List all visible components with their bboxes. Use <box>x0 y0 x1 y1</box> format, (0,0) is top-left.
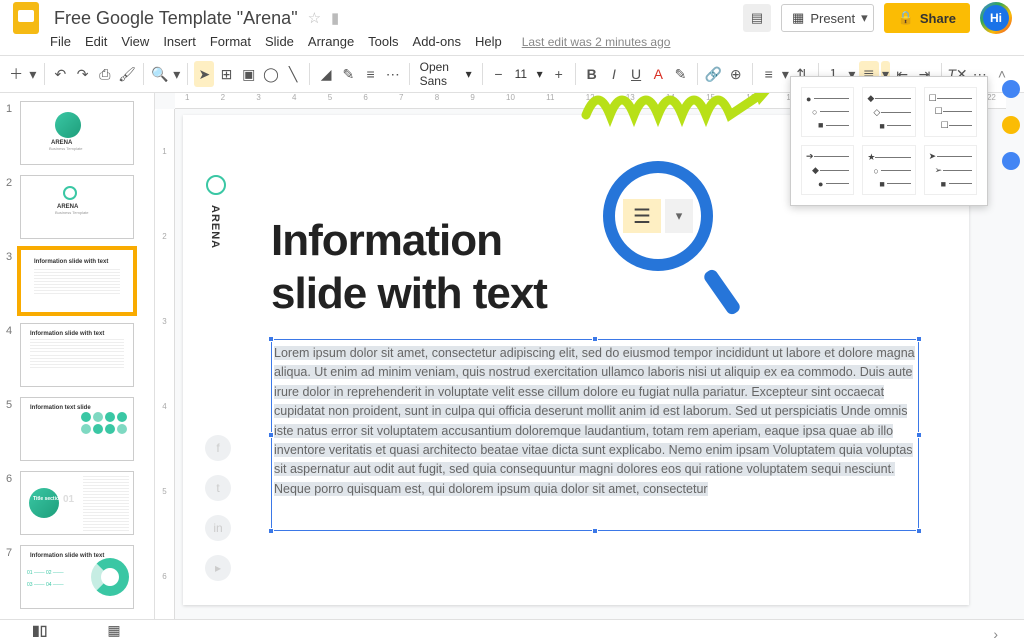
body-text[interactable]: Lorem ipsum dolor sit amet, consectetur … <box>272 340 918 503</box>
present-dropdown[interactable]: ▾ <box>856 4 874 32</box>
scroll-right-icon[interactable]: › <box>993 626 998 642</box>
folder-icon[interactable]: ▮ <box>331 9 339 27</box>
slide-number: 6 <box>6 471 20 485</box>
image-tool[interactable]: ▣ <box>239 61 259 87</box>
slide-title[interactable]: Information slide with text <box>271 215 547 321</box>
slide-thumb-2[interactable]: ARENA Business Template <box>20 175 134 239</box>
side-panel <box>998 76 1024 170</box>
new-slide-dropdown[interactable]: ▾ <box>28 61 37 87</box>
tasks-addon-icon[interactable] <box>1002 152 1020 170</box>
magnified-dropdown-icon: ▾ <box>665 199 693 233</box>
select-tool[interactable]: ➤ <box>194 61 214 87</box>
font-size-decrease[interactable]: − <box>488 61 508 87</box>
line-tool[interactable]: ╲ <box>283 61 303 87</box>
slide-number: 2 <box>6 175 20 189</box>
menu-arrange[interactable]: Arrange <box>308 34 354 49</box>
account-avatar[interactable]: Hi <box>980 2 1012 34</box>
menu-tools[interactable]: Tools <box>368 34 398 49</box>
highlight-button[interactable]: ✎ <box>670 61 690 87</box>
slide-thumb-1[interactable]: ARENA Business Template <box>20 101 134 165</box>
bullet-option-2[interactable]: ◆ ◇ ■ <box>862 87 915 137</box>
twitter-icon: t <box>205 475 231 501</box>
filmstrip-view-icon[interactable]: ▮▯ <box>32 622 47 639</box>
menu-help[interactable]: Help <box>475 34 502 49</box>
linkedin-icon: in <box>205 515 231 541</box>
slides-app-icon[interactable] <box>8 0 44 36</box>
bold-button[interactable]: B <box>582 61 602 87</box>
border-color-button[interactable]: ✎ <box>338 61 358 87</box>
bullet-option-1[interactable]: ● ○ ■ <box>801 87 854 137</box>
text-color-button[interactable]: A <box>648 61 668 87</box>
comment-insert-button[interactable]: ⊕ <box>726 61 746 87</box>
menu-format[interactable]: Format <box>210 34 251 49</box>
present-button[interactable]: ▦ Present <box>781 4 866 32</box>
link-button[interactable]: 🔗 <box>703 61 723 87</box>
slide-number: 1 <box>6 101 20 115</box>
zoom-dropdown[interactable]: ▾ <box>172 61 181 87</box>
magnified-bullet-list-icon: ☰ <box>623 199 661 233</box>
star-icon[interactable]: ☆ <box>308 9 321 27</box>
slide-thumb-6[interactable]: Title section slide 01 <box>20 471 134 535</box>
undo-button[interactable]: ↶ <box>50 61 70 87</box>
keep-addon-icon[interactable] <box>1002 116 1020 134</box>
menu-edit[interactable]: Edit <box>85 34 107 49</box>
redo-button[interactable]: ↷ <box>73 61 93 87</box>
new-slide-button[interactable]: ＋ <box>6 61 26 87</box>
font-select[interactable]: Open Sans▾ <box>416 62 476 86</box>
slide-thumb-4[interactable]: Information slide with text <box>20 323 134 387</box>
comments-button[interactable]: ▤ <box>743 4 771 32</box>
paint-format-button[interactable]: 🖌 <box>117 61 137 87</box>
slide-number: 4 <box>6 323 20 337</box>
zoom-button[interactable]: 🔍 <box>150 61 170 87</box>
menu-file[interactable]: File <box>50 34 71 49</box>
bullet-option-5[interactable]: ★ ○ ■ <box>862 145 915 195</box>
shape-tool[interactable]: ◯ <box>261 61 281 87</box>
bullet-option-6[interactable]: ➤ ➢ ■ <box>924 145 977 195</box>
slide-number: 3 <box>6 249 20 263</box>
textbox-tool[interactable]: ⊞ <box>216 61 236 87</box>
doc-title[interactable]: Free Google Template "Arena" <box>50 8 298 29</box>
border-weight-button[interactable]: ≡ <box>360 61 380 87</box>
slide-number: 5 <box>6 397 20 411</box>
align-button[interactable]: ≡ <box>759 61 779 87</box>
menu-addons[interactable]: Add-ons <box>413 34 461 49</box>
slide-thumb-7[interactable]: Information slide with text 01 ─── 02 ──… <box>20 545 134 609</box>
brand-text: ARENA <box>209 205 221 249</box>
social-icons: f t in ▸ <box>205 435 231 581</box>
print-button[interactable]: ⎙ <box>95 61 115 87</box>
filmstrip: 1 ARENA Business Template 2 ARENA Busine… <box>0 93 155 619</box>
facebook-icon: f <box>205 435 231 461</box>
share-button[interactable]: 🔒 Share <box>884 3 970 33</box>
share-label: Share <box>920 11 956 26</box>
present-label: Present <box>810 11 855 26</box>
annotation-magnifier: ☰ ▾ <box>603 161 733 291</box>
bullet-option-4[interactable]: ➔ ◆ ● <box>801 145 854 195</box>
body-text-box[interactable]: Lorem ipsum dolor sit amet, consectetur … <box>271 339 919 531</box>
brand-icon <box>206 175 226 195</box>
font-size-select[interactable]: 11▾ <box>511 62 547 86</box>
menu-view[interactable]: View <box>121 34 149 49</box>
fill-color-button[interactable]: ◢ <box>316 61 336 87</box>
slide-thumb-3[interactable]: Information slide with text <box>20 249 134 313</box>
grid-view-icon[interactable]: ▦ <box>107 622 120 639</box>
align-dropdown[interactable]: ▾ <box>781 61 790 87</box>
bullet-option-3[interactable]: ☐ ☐ ☐ <box>924 87 977 137</box>
bullet-style-menu: ● ○ ■ ◆ ◇ ■ ☐ ☐ ☐ ➔ ◆ ● ★ ○ ■ ➤ ➢ ■ <box>790 76 988 206</box>
calendar-addon-icon[interactable] <box>1002 80 1020 98</box>
border-dash-button[interactable]: ⋯ <box>383 61 403 87</box>
menu-slide[interactable]: Slide <box>265 34 294 49</box>
youtube-icon: ▸ <box>205 555 231 581</box>
footer: ▮▯ ▦ <box>0 619 1024 641</box>
slide-thumb-5[interactable]: Information text slide <box>20 397 134 461</box>
slide-number: 7 <box>6 545 20 559</box>
menu-insert[interactable]: Insert <box>163 34 196 49</box>
vertical-ruler: 123456 <box>155 109 175 619</box>
font-size-increase[interactable]: + <box>549 61 569 87</box>
underline-button[interactable]: U <box>626 61 646 87</box>
last-edit-link[interactable]: Last edit was 2 minutes ago <box>522 35 671 49</box>
italic-button[interactable]: I <box>604 61 624 87</box>
